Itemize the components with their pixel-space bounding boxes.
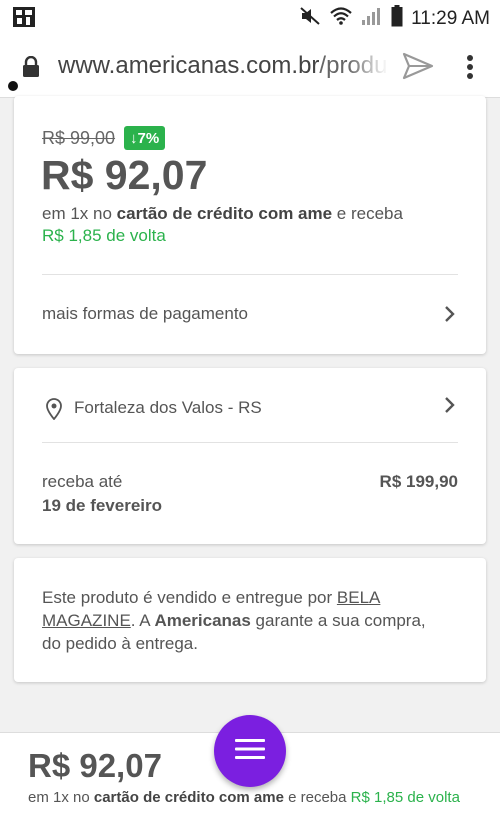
discount-value: 7% — [137, 129, 160, 147]
browser-url-bar: www.americanas.com.br/produto — [0, 34, 500, 98]
seller-info: Este produto é vendido e entregue por BE… — [42, 586, 442, 655]
installment-suffix: e receba — [332, 204, 403, 223]
battery-icon — [391, 5, 403, 32]
menu-fab-button[interactable] — [214, 715, 286, 787]
more-payment-label: mais formas de pagamento — [42, 304, 248, 323]
app-notification-icon — [12, 6, 36, 33]
mute-icon — [299, 6, 321, 31]
delivery-date: 19 de fevereiro — [42, 496, 163, 515]
city-name: Fortaleza dos Valos - RS — [74, 398, 262, 417]
shipping-price: R$ 199,90 — [379, 472, 458, 491]
price-card: R$ 99,00 ↓ 7% R$ 92,07 em 1x no cartão de… — [14, 96, 486, 354]
installment-info: em 1x no cartão de crédito com ame e rec… — [42, 204, 403, 224]
status-time: 11:29 AM — [411, 7, 490, 29]
status-bar: 11:29 AM — [0, 0, 500, 34]
indicator-dot — [8, 81, 18, 91]
bottom-installment-prefix: em 1x no — [28, 789, 94, 806]
chevron-right-icon — [444, 396, 456, 419]
location-row[interactable]: Fortaleza dos Valos - RS — [14, 368, 486, 442]
url-fade — [348, 52, 388, 82]
send-icon[interactable] — [402, 52, 434, 85]
signal-icon — [361, 6, 383, 31]
wifi-icon — [329, 6, 353, 31]
location-pin-icon — [46, 398, 62, 425]
delivery-label: receba até — [42, 472, 123, 491]
more-vert-icon[interactable] — [466, 54, 474, 85]
installment-card-name: cartão de crédito com ame — [116, 204, 333, 223]
bottom-installment-card: cartão de crédito com ame — [93, 789, 284, 806]
seller-text-part: . A — [130, 611, 155, 630]
hamburger-menu-icon — [235, 738, 265, 765]
url-domain: www.americanas.com.br — [58, 52, 320, 79]
cashback-text: R$ 1,85 de volta — [42, 226, 166, 245]
chevron-right-icon — [444, 305, 456, 328]
url-field[interactable]: www.americanas.com.br/produto — [58, 52, 388, 82]
installment-prefix: em 1x no — [42, 204, 117, 223]
more-payment-row[interactable]: mais formas de pagamento — [14, 275, 486, 354]
arrow-down-icon: ↓ — [130, 129, 138, 147]
brand-name: Americanas — [154, 611, 251, 630]
bottom-price: R$ 92,07 — [28, 747, 162, 784]
divider — [42, 442, 458, 443]
bottom-installment-info: em 1x no cartão de crédito com ame e rec… — [28, 788, 468, 807]
seller-card: Este produto é vendido e entregue por BE… — [14, 558, 486, 682]
lock-icon — [22, 55, 40, 83]
shipping-card: Fortaleza dos Valos - RS receba até 19 d… — [14, 368, 486, 544]
old-price: R$ 99,00 — [42, 128, 116, 148]
current-price: R$ 92,07 — [41, 152, 208, 198]
discount-badge: ↓ 7% — [124, 126, 166, 150]
bottom-installment-mid: e receba — [283, 789, 351, 806]
seller-text-part: Este produto é vendido e entregue por — [42, 588, 337, 607]
bottom-cashback: R$ 1,85 de volta — [350, 789, 460, 806]
